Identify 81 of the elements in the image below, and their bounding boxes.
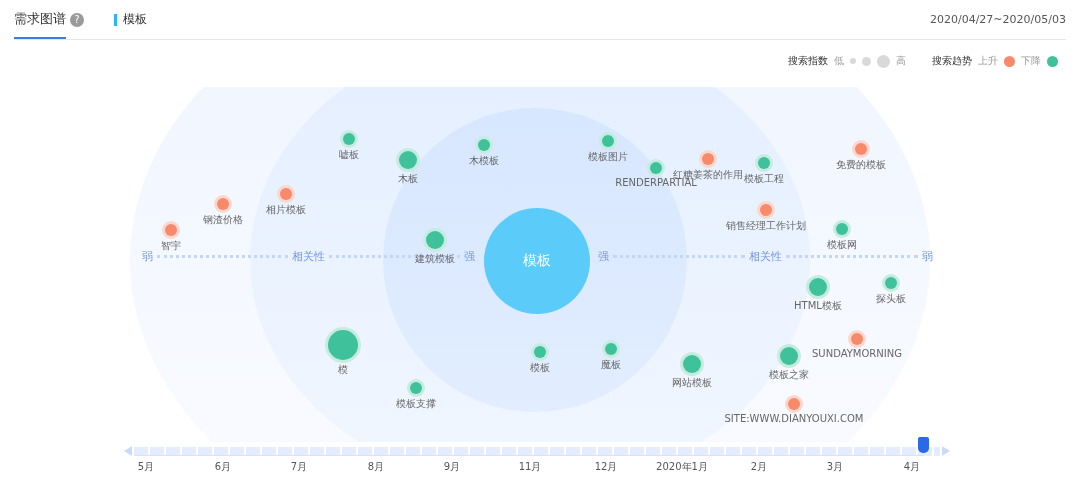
keyword-bubble[interactable]	[605, 343, 617, 355]
keyword-label: SUNDAYMORNING	[812, 348, 902, 359]
keyword-label: HTML模板	[794, 299, 842, 313]
keyword-label: RENDERPARTIAL	[615, 177, 697, 188]
month-label: 8月	[367, 460, 385, 474]
month-label: 2020年1月	[656, 460, 708, 474]
size-dot-icon	[877, 54, 890, 68]
axis-label: 弱	[922, 249, 933, 264]
keyword-bubble[interactable]	[855, 143, 867, 155]
keyword-label: 钢渣价格	[203, 213, 243, 227]
keyword-label: 智宇	[161, 239, 181, 253]
keyword-bubble[interactable]	[328, 330, 358, 360]
scroll-right-icon[interactable]	[942, 446, 950, 456]
keyword-label: 建筑模板	[415, 252, 455, 266]
legend-title: 搜索指数	[788, 54, 828, 68]
month-label: 4月	[903, 460, 921, 474]
keyword-label: 模板网	[827, 238, 857, 252]
keyword-bubble[interactable]	[478, 139, 490, 151]
keyword-bubble[interactable]	[410, 382, 422, 394]
timeline-handle[interactable]	[917, 437, 929, 453]
size-dot-icon	[862, 56, 871, 66]
keyword-bubble[interactable]	[702, 153, 714, 165]
month-label: 7月	[290, 460, 308, 474]
axis-label: 相关性	[292, 249, 325, 264]
tab[interactable]: 需求图谱	[14, 0, 66, 39]
keyword-label: 探头板	[876, 292, 906, 306]
keyword-bubble[interactable]	[788, 398, 800, 410]
keyword-bubble[interactable]	[343, 133, 355, 145]
keyword-bubble[interactable]	[780, 347, 798, 365]
keyword-label: 模板	[530, 361, 550, 375]
month-label: 2月	[750, 460, 768, 474]
size-dot-icon	[850, 58, 856, 64]
keyword-bubble[interactable]	[426, 231, 444, 249]
legend-dot	[1047, 55, 1058, 67]
accent-bar	[114, 13, 117, 26]
keyword-bubble[interactable]	[885, 277, 897, 289]
keyword-label: 模板支撑	[396, 397, 436, 411]
keyword-bubble[interactable]	[165, 224, 177, 236]
keyword-label: 模板之家	[769, 368, 809, 382]
axis-label: 强	[464, 249, 475, 264]
month-label: 6月	[214, 460, 232, 474]
legend-dot	[1004, 55, 1015, 67]
month-label: 5月	[137, 460, 155, 474]
keyword-label: 魔板	[601, 358, 621, 372]
month-label: 3月	[826, 460, 844, 474]
date-range: 2020/04/27~2020/05/03	[929, 13, 1066, 26]
keyword-label: 相片模板	[266, 203, 306, 217]
legend-label: 低	[834, 54, 844, 68]
keyword-bubble[interactable]	[399, 151, 417, 169]
keyword-bubble[interactable]	[217, 198, 229, 210]
keyword-label: 木模板	[469, 154, 499, 168]
keyword-label: 嘘板	[339, 148, 359, 162]
legend-title: 搜索趋势	[932, 54, 972, 68]
month-label: 11月	[518, 460, 542, 474]
keyword-label: SITE:WWW.DIANYOUXI.COM	[724, 413, 864, 424]
axis-label: 弱	[142, 249, 153, 264]
legend-label: 上升	[978, 54, 998, 68]
keyword-label: 免费的模板	[836, 158, 886, 172]
keyword-bubble[interactable]	[280, 188, 292, 200]
keyword-bubble[interactable]	[809, 278, 827, 296]
keyword-bubble[interactable]	[758, 157, 770, 169]
keyword-bubble[interactable]	[851, 333, 863, 345]
keyword-label: 模	[338, 363, 348, 377]
axis-label: 相关性	[749, 249, 782, 264]
keyword-label: 木板	[398, 172, 418, 186]
keyword-bubble[interactable]	[836, 223, 848, 235]
keyword-bubble[interactable]	[534, 346, 546, 358]
legend-label: 下降	[1021, 54, 1041, 68]
keyword-bubble[interactable]	[760, 204, 772, 216]
keyword-label: 模板	[123, 11, 147, 28]
keyword-bubble[interactable]	[650, 162, 662, 174]
keyword-bubble[interactable]	[602, 135, 614, 147]
axis-label: 强	[598, 249, 609, 264]
month-label: 12月	[594, 460, 618, 474]
keyword-label: 销售经理工作计划	[726, 219, 806, 233]
legend-label: 高	[896, 54, 906, 68]
keyword-label: 网站模板	[672, 376, 712, 390]
keyword-label: 模板工程	[744, 172, 784, 186]
month-label: 9月	[443, 460, 461, 474]
keyword-label: 模板图片	[588, 150, 628, 164]
keyword-bubble[interactable]	[683, 355, 701, 373]
